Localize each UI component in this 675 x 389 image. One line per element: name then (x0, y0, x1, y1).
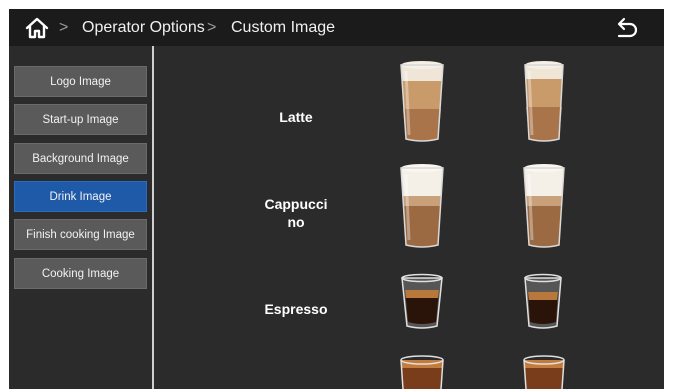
sidebar-item-label: Drink Image (49, 190, 112, 203)
sidebar-item-label: Logo Image (50, 75, 111, 88)
sidebar: Logo Image Start-up Image Background Ima… (9, 46, 152, 389)
sidebar-item-label: Cooking Image (41, 267, 120, 280)
drink-label-cappuccino: Cappucci no (241, 195, 351, 231)
drink-label-text: Cappucci no (264, 196, 328, 230)
drink-label-espresso: Espresso (264, 301, 328, 317)
sidebar-item-background-image[interactable]: Background Image (14, 143, 147, 174)
sidebar-item-finish-cooking-image[interactable]: Finish cooking Image (14, 219, 147, 250)
cappuccino-image-default[interactable] (397, 162, 447, 255)
home-icon[interactable] (24, 16, 50, 40)
sidebar-item-label: Background Image (32, 152, 129, 165)
sidebar-item-drink-image[interactable]: Drink Image (14, 181, 147, 212)
top-bar: > Operator Options > Custom Image (9, 9, 664, 46)
back-arrow-icon[interactable] (613, 16, 639, 40)
espresso-image-custom[interactable] (521, 272, 565, 337)
sidebar-item-cooking-image[interactable]: Cooking Image (14, 258, 147, 289)
sidebar-item-logo-image[interactable]: Logo Image (14, 66, 147, 97)
drink-label-latte: Latte (279, 109, 313, 125)
cappuccino-image-custom[interactable] (519, 162, 569, 255)
sidebar-item-label: Finish cooking Image (26, 228, 135, 241)
drink-4-image-default[interactable] (397, 354, 447, 389)
drink-image-list: Latte Cappucci no Espresso (154, 46, 664, 389)
drink-4-image-custom[interactable] (519, 354, 569, 389)
breadcrumb-separator-icon: > (59, 19, 69, 36)
sidebar-item-label: Start-up Image (42, 113, 119, 126)
breadcrumb-custom-image: Custom Image (231, 19, 336, 36)
breadcrumb-operator-options[interactable]: Operator Options (82, 18, 205, 38)
sidebar-item-startup-image[interactable]: Start-up Image (14, 104, 147, 135)
app-screen: > Operator Options > Custom Image Logo I… (9, 9, 664, 389)
latte-image-default[interactable] (397, 59, 447, 149)
espresso-image-default[interactable] (399, 272, 445, 337)
breadcrumb-separator-icon: > (207, 19, 217, 36)
latte-image-custom[interactable] (519, 59, 569, 149)
